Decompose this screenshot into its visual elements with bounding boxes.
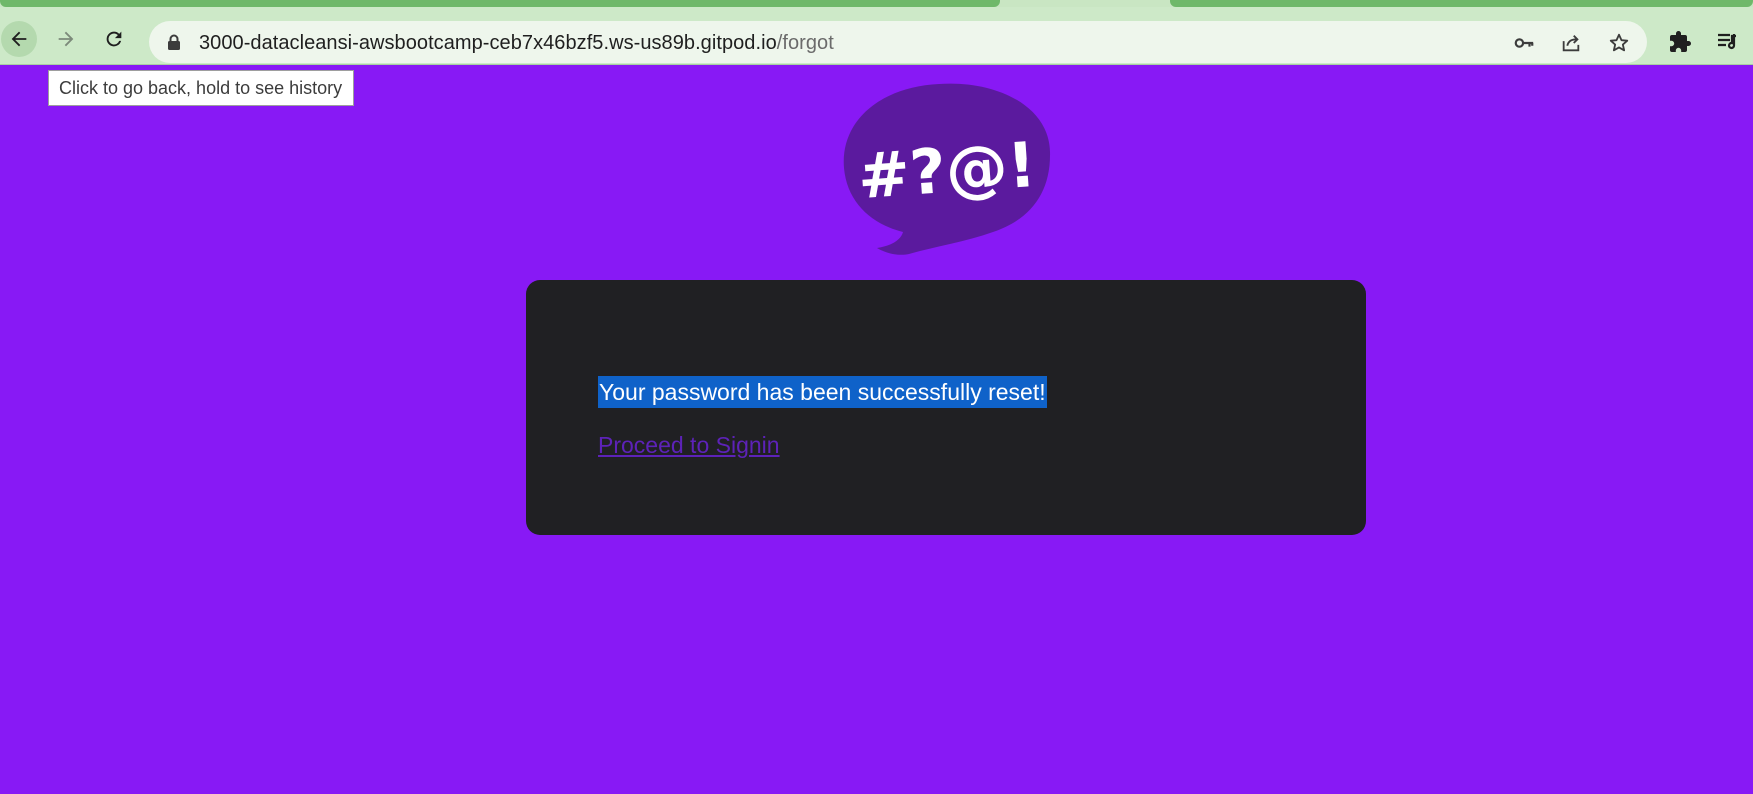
extensions-puzzle-icon[interactable] xyxy=(1668,30,1692,54)
back-button-tooltip: Click to go back, hold to see history xyxy=(48,70,354,106)
tab-inactive[interactable] xyxy=(1170,0,1753,7)
star-icon[interactable] xyxy=(1608,32,1630,54)
url-path: /forgot xyxy=(776,32,834,54)
address-bar[interactable]: 3000-datacleansi-awsbootcamp-ceb7x46bzf5… xyxy=(149,21,1647,63)
reload-button[interactable] xyxy=(96,21,132,57)
success-message: Your password has been successfully rese… xyxy=(598,376,1047,408)
app-logo: #?@! xyxy=(843,82,1051,256)
url-host: 3000-datacleansi-awsbootcamp-ceb7x46bzf5… xyxy=(199,32,777,54)
forward-arrow-icon xyxy=(58,31,74,47)
logo-text: #?@! xyxy=(855,128,1038,213)
proceed-to-signin-link[interactable]: Proceed to Signin xyxy=(598,432,780,459)
tab-inactive[interactable] xyxy=(0,0,1000,7)
forward-button[interactable] xyxy=(48,21,84,57)
reading-list-icon[interactable] xyxy=(1715,30,1739,54)
back-button[interactable] xyxy=(1,21,37,57)
lock-icon[interactable] xyxy=(167,34,181,55)
reset-confirmation-card: Your password has been successfully rese… xyxy=(526,280,1366,535)
key-icon[interactable] xyxy=(1513,32,1535,54)
reload-icon xyxy=(106,31,122,47)
back-arrow-icon xyxy=(11,31,27,47)
share-icon[interactable] xyxy=(1560,32,1582,54)
browser-toolbar: 3000-datacleansi-awsbootcamp-ceb7x46bzf5… xyxy=(0,7,1753,65)
url-text[interactable]: 3000-datacleansi-awsbootcamp-ceb7x46bzf5… xyxy=(199,32,834,55)
